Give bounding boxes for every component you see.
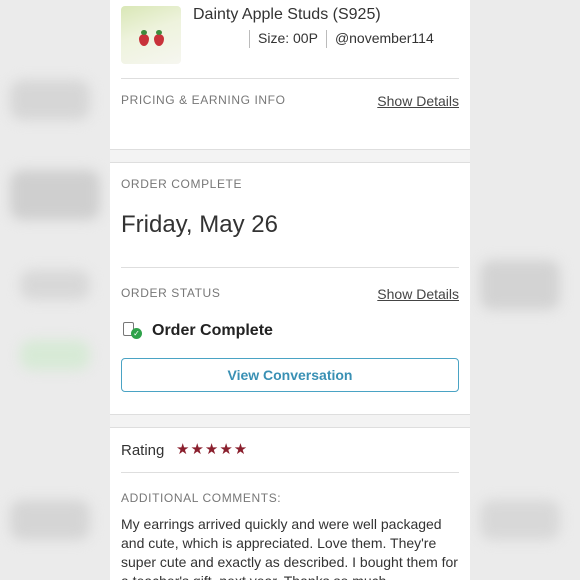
- rating-label: Rating: [121, 442, 165, 459]
- meta-divider: [249, 30, 250, 49]
- product-size: Size: 00P: [258, 30, 318, 46]
- background-right-blur: [470, 0, 580, 580]
- order-status-label: ORDER STATUS: [121, 286, 221, 300]
- pricing-section: PRICING & EARNING INFO Show Details: [121, 79, 459, 149]
- seller-username[interactable]: @november114: [335, 30, 434, 46]
- comments-section: ADDITIONAL COMMENTS: My earrings arrived…: [121, 491, 459, 580]
- comment-text: My earrings arrived quickly and were wel…: [121, 516, 458, 580]
- meta-divider: [325, 30, 327, 49]
- section-divider: [110, 149, 470, 163]
- comments-label: ADDITIONAL COMMENTS:: [121, 491, 282, 505]
- order-status-section: ORDER STATUS Show Details ✓ Order Comple…: [121, 268, 459, 414]
- product-summary[interactable]: Dainty Apple Studs (S925) Size: 00P @nove…: [121, 0, 459, 79]
- order-complete-label: ORDER COMPLETE: [121, 177, 243, 191]
- pricing-show-details-link[interactable]: Show Details: [377, 93, 459, 109]
- order-complete-section: ORDER COMPLETE Friday, May 26: [121, 163, 459, 268]
- pricing-label: PRICING & EARNING INFO: [121, 93, 286, 107]
- section-divider: [110, 414, 470, 428]
- background-left-blur: [0, 0, 110, 580]
- product-meta: Size: 00P @november114: [249, 30, 434, 49]
- status-value: Order Complete: [152, 322, 273, 339]
- order-date: Friday, May 26: [121, 211, 278, 238]
- order-detail-card: Dainty Apple Studs (S925) Size: 00P @nove…: [110, 0, 470, 580]
- status-line: ✓ Order Complete: [121, 322, 273, 340]
- rating-section: Rating ★★★★★: [121, 428, 459, 473]
- product-title[interactable]: Dainty Apple Studs (S925): [193, 6, 381, 24]
- status-show-details-link[interactable]: Show Details: [377, 286, 459, 302]
- order-complete-check-icon: ✓: [121, 322, 143, 340]
- rating-stars-icon: ★★★★★: [176, 441, 249, 458]
- product-thumbnail[interactable]: [121, 6, 181, 64]
- view-conversation-button[interactable]: View Conversation: [121, 358, 459, 392]
